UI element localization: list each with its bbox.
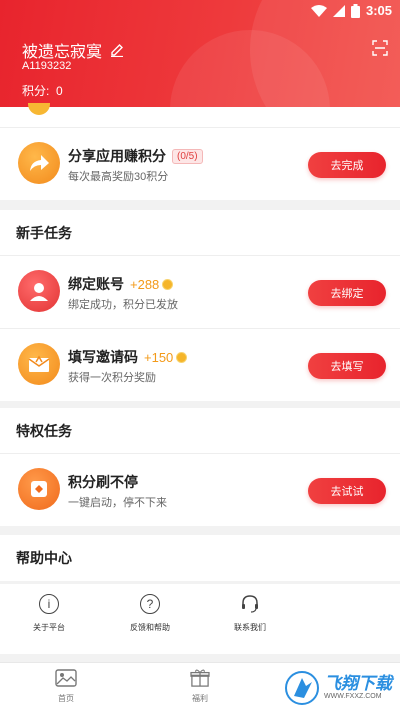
status-bar: 3:05 [0,0,400,24]
task-share: 分享应用赚积分 (0/5) 每次最高奖励30积分 去完成 [0,128,400,200]
signal-icon [332,4,345,17]
section-title-newbie: 新手任务 [0,210,400,256]
help-item-contact[interactable]: 联系我们 [215,594,285,633]
invite-code-button[interactable]: 去填写 [308,353,386,379]
username-text: 被遗忘寂寞 [22,44,103,61]
watermark-logo: 飞翔下载 WWW.FXXZ.COM [284,668,392,708]
points-value: 0 [56,84,63,98]
fxxz-logo-icon [285,671,319,705]
task-title-text: 填写邀请码 [68,349,138,365]
task-title: 绑定账号 +288 [68,274,174,294]
coin-icon [162,278,174,290]
gift-icon [190,669,210,687]
task-title-text: 分享应用赚积分 [68,148,166,164]
profile-header: 3:05 被遗忘寂寞 A1193232 积分: 0 [0,0,400,107]
help-item-label: 反馈和帮助 [130,623,170,632]
task-title: 填写邀请码 +150 [68,347,188,367]
share-task-button[interactable]: 去完成 [308,152,386,178]
task-title-text: 积分刷不停 [68,474,138,490]
task-title: 分享应用赚积分 (0/5) [68,146,203,166]
task-invite-code: 填写邀请码 +150 获得一次积分奖励 去填写 [0,329,400,401]
task-points-refresh: 积分刷不停 一键启动，停不下来 去试试 [0,454,400,526]
help-item-label: 联系我们 [234,623,266,632]
username: 被遗忘寂寞 [22,38,124,62]
user-id: A1193232 [22,60,72,72]
wifi-icon [310,4,327,17]
scan-icon[interactable] [372,40,388,56]
task-subtitle: 绑定成功，积分已发放 [68,299,178,311]
task-progress-badge: (0/5) [172,148,203,164]
watermark-title: 飞翔下载 [324,674,392,694]
bonus-points: +288 [130,276,174,292]
watermark-text: 飞翔下载 WWW.FXXZ.COM [324,675,392,700]
help-item-feedback[interactable]: ? 反馈和帮助 [115,594,185,633]
user-icon [18,270,60,312]
tab-label: 福利 [192,694,208,703]
envelope-icon [18,343,60,385]
task-title-text: 绑定账号 [68,276,124,292]
task-title: 积分刷不停 [68,472,138,492]
bonus-value: +288 [130,276,160,292]
section-title-help: 帮助中心 [0,535,400,581]
bonus-value: +150 [144,349,174,365]
task-subtitle: 每次最高奖励30积分 [68,171,169,183]
points-label: 积分: [22,84,50,98]
task-bind-account: 绑定账号 +288 绑定成功，积分已发放 去绑定 [0,256,400,328]
tab-label: 首页 [58,694,74,703]
battery-icon [350,3,360,18]
bonus-points: +150 [144,349,188,365]
share-icon [18,142,60,184]
help-item-about[interactable]: i 关于平台 [14,594,84,633]
points-row: 积分: 0 [22,82,63,99]
edit-icon[interactable] [110,43,124,57]
tab-welfare[interactable]: 福利 [170,669,230,704]
coin-icon [176,351,188,363]
headset-icon [240,594,260,614]
tab-home[interactable]: 首页 [36,669,96,704]
watermark-url: WWW.FXXZ.COM [324,693,382,701]
bind-account-button[interactable]: 去绑定 [308,280,386,306]
image-icon [55,669,77,687]
section-title-privilege: 特权任务 [0,408,400,454]
task-subtitle: 一键启动，停不下来 [68,497,167,509]
points-refresh-button[interactable]: 去试试 [308,478,386,504]
question-icon: ? [140,594,160,614]
status-time: 3:05 [365,3,392,18]
previous-task-icon [28,103,50,115]
help-center: i 关于平台 ? 反馈和帮助 联系我们 [0,584,400,654]
coin-box-icon [18,468,60,510]
help-item-label: 关于平台 [33,623,65,632]
info-icon: i [39,594,59,614]
task-subtitle: 获得一次积分奖励 [68,372,156,384]
previous-task-card [0,103,400,127]
